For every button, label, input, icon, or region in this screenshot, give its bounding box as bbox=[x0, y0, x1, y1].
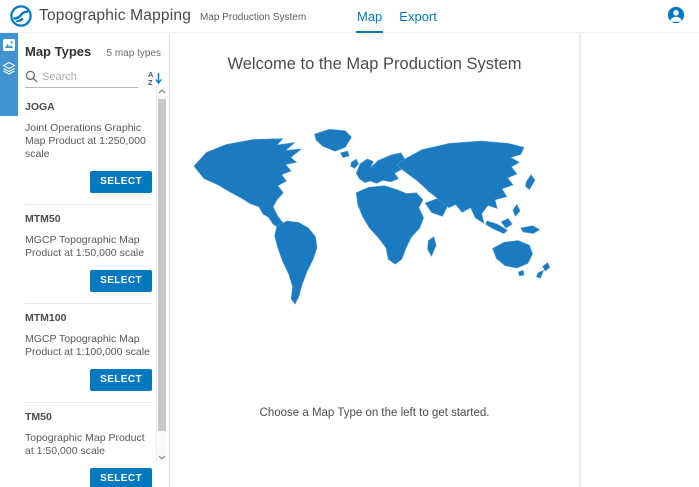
tab-map[interactable]: Map bbox=[356, 0, 383, 33]
map-type-name: MTM50 bbox=[25, 213, 153, 225]
tab-export[interactable]: Export bbox=[398, 0, 438, 33]
app-title: Topographic Mapping bbox=[39, 7, 191, 25]
app-subtitle: Map Production System bbox=[200, 9, 306, 23]
map-type-card-tm50: TM50 Topographic Map Product at 1:50,000… bbox=[25, 403, 153, 487]
search-input[interactable] bbox=[42, 71, 114, 83]
globe-logo-icon bbox=[10, 5, 32, 27]
map-type-count: 5 map types bbox=[107, 48, 161, 59]
map-type-description: Topographic Map Product at 1:50,000 scal… bbox=[25, 432, 153, 458]
sort-a-to-z-icon[interactable]: A Z bbox=[147, 70, 163, 86]
map-type-card-mtm100: MTM100 MGCP Topographic Map Product at 1… bbox=[25, 304, 153, 403]
map-type-description: MGCP Topographic Map Product at 1:100,00… bbox=[25, 333, 153, 359]
map-type-name: MTM100 bbox=[25, 312, 153, 324]
map-type-name: JOGA bbox=[25, 101, 153, 113]
user-avatar-icon[interactable] bbox=[667, 6, 685, 24]
layers-icon[interactable] bbox=[2, 61, 16, 75]
sidebar-scrollbar[interactable] bbox=[156, 85, 166, 463]
select-button-mtm100[interactable]: SELECT bbox=[90, 369, 152, 391]
search-icon bbox=[25, 70, 38, 83]
instruction-text: Choose a Map Type on the left to get sta… bbox=[170, 407, 579, 419]
search-box bbox=[25, 70, 138, 88]
map-types-panel: Map Types 5 map types A Z JOGA Joint bbox=[18, 33, 170, 487]
tool-strip bbox=[0, 33, 18, 116]
map-type-name: TM50 bbox=[25, 411, 153, 423]
welcome-panel: Welcome to the Map Production System bbox=[170, 33, 581, 487]
map-panel-icon[interactable] bbox=[2, 38, 16, 52]
panel-title: Map Types bbox=[25, 44, 91, 59]
chevron-down-icon[interactable] bbox=[157, 451, 167, 463]
map-type-list: JOGA Joint Operations Graphic Map Produc… bbox=[25, 93, 153, 487]
welcome-title: Welcome to the Map Production System bbox=[170, 55, 579, 74]
map-type-card-joga: JOGA Joint Operations Graphic Map Produc… bbox=[25, 93, 153, 205]
svg-text:Z: Z bbox=[148, 78, 153, 86]
header-tabs: Map Export bbox=[356, 0, 438, 33]
scrollbar-thumb[interactable] bbox=[158, 99, 166, 431]
chevron-up-icon[interactable] bbox=[157, 85, 167, 97]
map-type-description: MGCP Topographic Map Product at 1:50,000… bbox=[25, 234, 153, 260]
select-button-joga[interactable]: SELECT bbox=[90, 171, 152, 193]
world-map-image bbox=[179, 123, 571, 319]
app-window: Topographic Mapping Map Production Syste… bbox=[0, 0, 699, 487]
map-types-header: Map Types 5 map types bbox=[18, 33, 169, 59]
select-button-tm50[interactable]: SELECT bbox=[90, 468, 152, 487]
select-button-mtm50[interactable]: SELECT bbox=[90, 270, 152, 292]
map-type-description: Joint Operations Graphic Map Product at … bbox=[25, 122, 153, 161]
map-type-card-mtm50: MTM50 MGCP Topographic Map Product at 1:… bbox=[25, 205, 153, 304]
search-row: A Z bbox=[25, 70, 163, 88]
app-header: Topographic Mapping Map Production Syste… bbox=[0, 0, 699, 33]
